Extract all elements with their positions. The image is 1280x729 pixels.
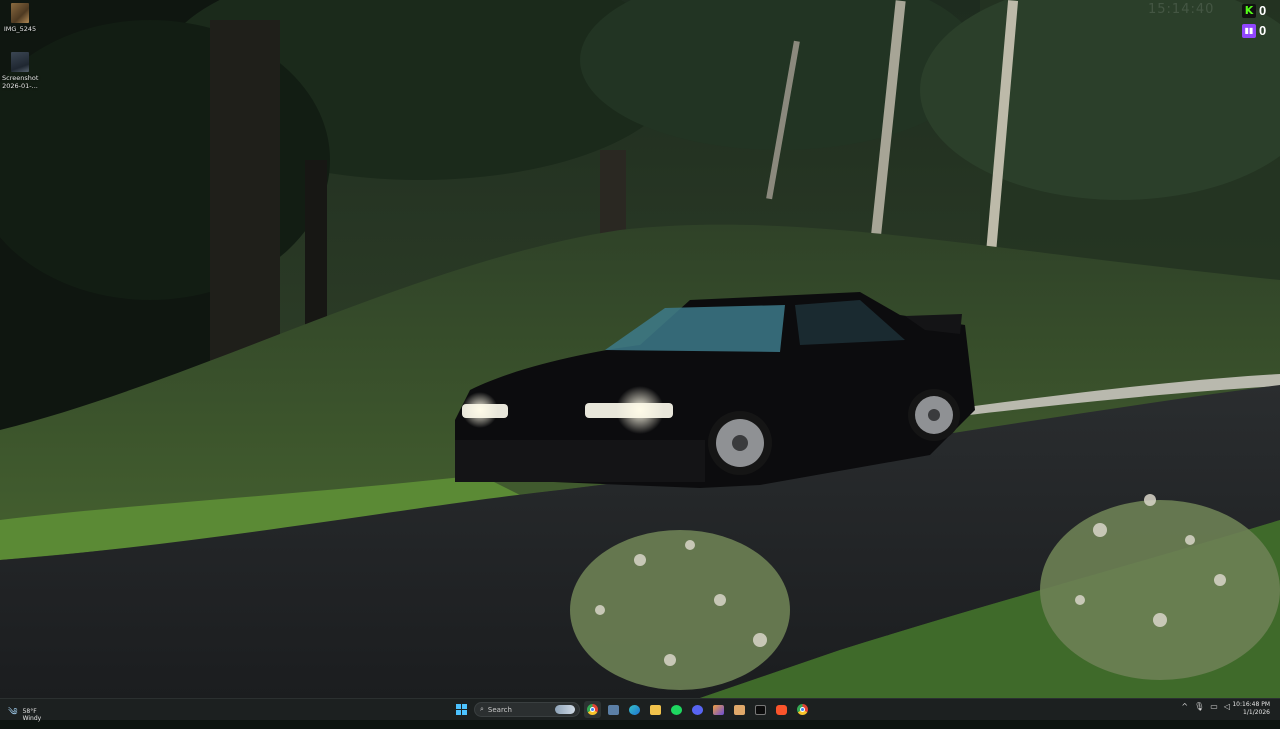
kick-count: 0 [1259, 3, 1267, 18]
app-icon [713, 704, 724, 715]
clock-date: 1/1/2026 [1243, 709, 1270, 716]
brave-icon [776, 704, 787, 715]
app-icon [734, 704, 745, 715]
system-tray: ^ 🎙︎ ▭ ◁ [1181, 702, 1230, 711]
taskbar-spotify[interactable] [668, 701, 685, 718]
taskbar-discord[interactable] [689, 701, 706, 718]
desktop-icon-label: IMG_5245 [3, 25, 37, 33]
taskbar-app-1[interactable] [710, 701, 727, 718]
folder-icon [650, 704, 661, 715]
taskbar-apps: ⌕ Search [453, 701, 811, 718]
search-highlight-icon [555, 705, 575, 714]
twitch-count: 0 [1259, 23, 1267, 38]
taskbar-app-2[interactable] [731, 701, 748, 718]
network-icon[interactable]: ▭ [1210, 702, 1218, 711]
taskbar-clock[interactable]: 10:16:48 PM 1/1/2026 [1232, 701, 1270, 717]
desktop-wallpaper [0, 0, 1280, 698]
taskbar-files[interactable] [605, 701, 622, 718]
taskbar-edge[interactable] [626, 701, 643, 718]
desktop-icon-label: Screenshot 2026-01-... [2, 74, 39, 90]
chrome-icon [797, 704, 808, 715]
twitch-icon: ▮▮ [1242, 23, 1256, 38]
taskbar-chrome-alt[interactable] [794, 701, 811, 718]
kick-viewer-counter: K 0 [1242, 2, 1274, 19]
image-file-icon [11, 3, 29, 23]
weather-temp: 58°F [22, 708, 37, 715]
ghost-clock-overlay: 15:14:40 [1148, 2, 1215, 17]
wallpaper-scene [0, 0, 1280, 698]
taskbar-terminal[interactable] [752, 701, 769, 718]
spotify-icon [671, 704, 682, 715]
kick-icon: K [1242, 3, 1256, 18]
discord-icon [692, 704, 703, 715]
search-placeholder: Search [487, 705, 512, 714]
desktop-icon-screenshot[interactable]: Screenshot 2026-01-... [2, 52, 38, 90]
desktop-icon-img-5245[interactable]: IMG_5245 [2, 3, 38, 33]
terminal-icon [755, 704, 766, 715]
taskbar: ༄ 58°F Windy ⌕ Search ^ 🎙︎ ▭ ◁ 10:16:48 … [0, 698, 1280, 722]
weather-widget[interactable]: ༄ 58°F Windy [8, 701, 41, 729]
search-icon: ⌕ [480, 705, 484, 713]
windy-icon: ༄ [8, 707, 18, 718]
volume-icon[interactable]: ◁ [1224, 702, 1230, 711]
windows-logo-icon [456, 704, 467, 715]
weather-condition: Windy [22, 715, 42, 722]
clock-time: 10:16:48 PM [1232, 701, 1270, 708]
chrome-icon [587, 704, 598, 715]
edge-icon [629, 704, 640, 715]
taskbar-chrome[interactable] [584, 701, 601, 718]
tray-overflow-chevron-icon[interactable]: ^ [1181, 702, 1188, 711]
taskbar-brave[interactable] [773, 701, 790, 718]
twitch-viewer-counter: ▮▮ 0 [1242, 22, 1274, 39]
start-button[interactable] [453, 701, 470, 718]
file-explorer-icon [608, 704, 619, 715]
microphone-icon[interactable]: 🎙︎ [1194, 702, 1204, 711]
screenshot-file-icon [11, 52, 29, 72]
taskbar-search[interactable]: ⌕ Search [474, 702, 580, 717]
taskbar-folder[interactable] [647, 701, 664, 718]
